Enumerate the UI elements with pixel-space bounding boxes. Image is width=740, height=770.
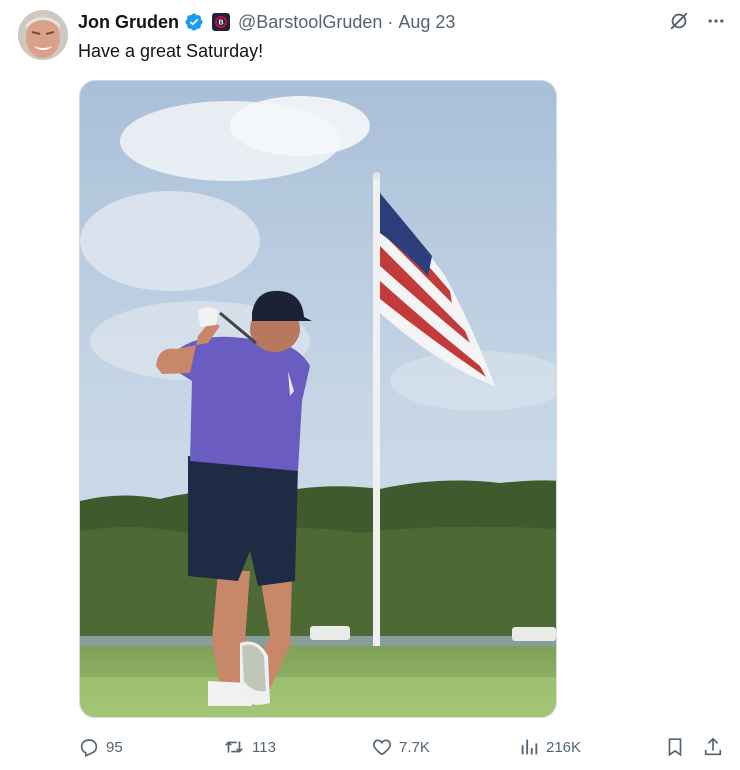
share-icon [704,737,722,756]
like-count: 7.7K [399,738,430,756]
repost-button[interactable]: 113 [222,736,276,758]
separator-dot: · [387,11,394,32]
reply-count: 95 [106,738,123,756]
svg-text:B: B [218,20,223,27]
bookmark-icon [668,738,682,757]
repost-icon [225,741,243,753]
like-icon [373,739,391,756]
reply-button[interactable]: 95 [78,736,123,758]
avatar-image [18,10,68,60]
views-button[interactable]: 216K [518,736,581,758]
author-name[interactable]: Jon Gruden [78,12,179,33]
tweet-media-photo[interactable] [79,80,557,718]
more-icon[interactable] [706,11,726,31]
author-avatar[interactable] [18,10,68,60]
tweet-top-actions [668,10,726,32]
golfer-flag-photo [80,81,556,717]
author-handle[interactable]: @BarstoolGruden [238,12,382,33]
tweet-action-bar: 95 113 7.7K 216K [78,736,726,760]
reply-icon [80,739,98,757]
repost-count: 113 [252,738,276,756]
barstool-affiliate-badge-icon[interactable]: B [212,13,231,31]
share-button[interactable] [702,736,724,758]
tweet-text: Have a great Saturday! [78,41,264,61]
like-button[interactable]: 7.7K [371,736,430,758]
views-count: 216K [546,738,582,756]
grok-icon[interactable] [668,10,690,32]
bookmark-button[interactable] [664,736,686,758]
verified-badge-icon[interactable] [184,12,204,32]
views-icon [521,739,538,755]
tweet-header: Jon Gruden B @BarstoolGruden · Aug 23 [78,10,455,34]
tweet-date[interactable]: Aug 23 [398,12,455,33]
